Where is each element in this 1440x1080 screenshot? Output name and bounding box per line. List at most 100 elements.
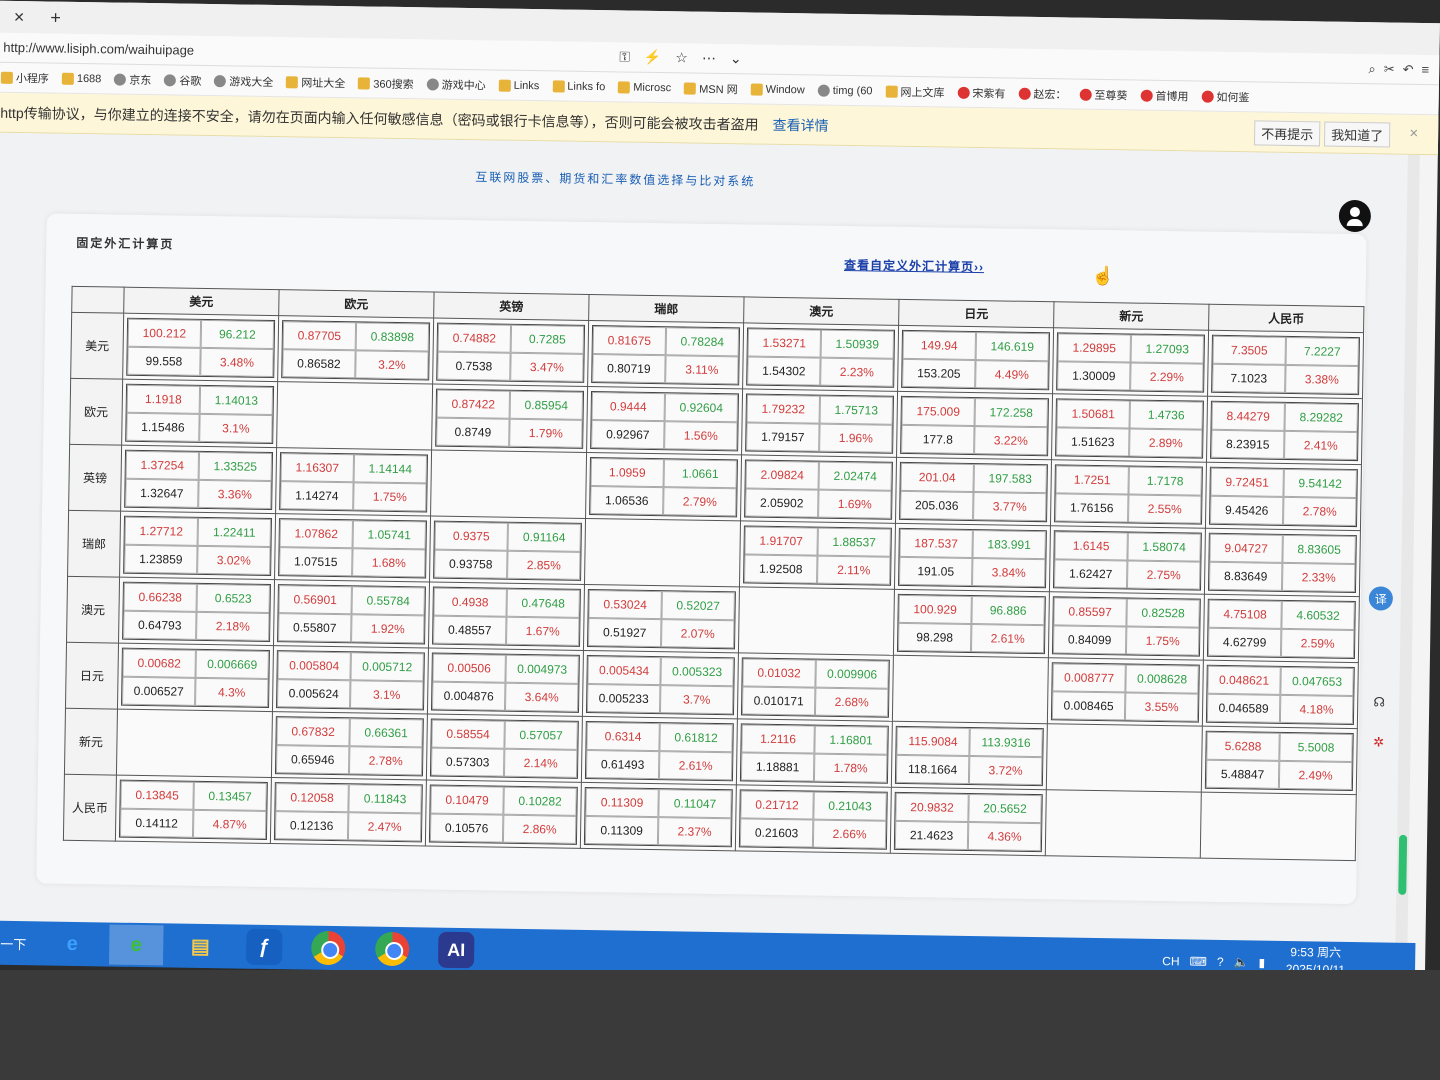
page-title: 固定外汇计算页 xyxy=(76,235,175,252)
bookmark-item[interactable]: 宋紫有 xyxy=(957,84,1006,101)
rate-cell: 175.009 172.258 177.8 3.22% xyxy=(896,391,1053,460)
help-icon[interactable]: ? xyxy=(1217,955,1224,969)
site-title[interactable]: 互联网股票、期货和汇率数值选择与比对系统 xyxy=(475,168,755,189)
undo-icon[interactable]: ↶ xyxy=(1403,61,1414,77)
avatar[interactable] xyxy=(1338,199,1372,233)
address-tool-icon[interactable]: ⋯ xyxy=(702,50,716,67)
rate-current: 1.18881 xyxy=(740,751,815,782)
rate-cell: 0.005434 0.005323 0.005233 3.7% xyxy=(582,650,739,719)
bookmark-item[interactable]: 谷歌 xyxy=(164,72,201,89)
rate-grid: 1.79232 1.75713 1.79157 1.96% xyxy=(745,392,895,454)
rate-current: 177.8 xyxy=(901,424,975,454)
rate-low: 1.7178 xyxy=(1128,465,1202,496)
bookmark-item[interactable]: 京东 xyxy=(114,71,151,88)
rate-change: 3.64% xyxy=(505,682,579,712)
rate-change: 3.1% xyxy=(199,413,273,443)
bookmark-item[interactable]: 游戏大全 xyxy=(214,73,273,90)
bookmark-item[interactable]: 如何鉴 xyxy=(1201,88,1250,105)
address-tool-icon[interactable]: ⌄ xyxy=(730,50,742,67)
address-tool-icon[interactable]: ⚡ xyxy=(644,49,662,66)
rate-change: 4.3% xyxy=(195,677,269,707)
ime-indicator[interactable]: CH xyxy=(1162,954,1180,968)
rate-low: 1.27093 xyxy=(1130,333,1204,364)
menu-icon[interactable]: ≡ xyxy=(1421,62,1429,78)
bookmark-item[interactable]: 网址大全 xyxy=(286,74,345,91)
bookmark-item[interactable]: 游戏中心 xyxy=(426,76,486,93)
row-header: 日元 xyxy=(65,642,119,710)
address-tool-icon[interactable]: ☆ xyxy=(675,49,688,66)
ie-green-icon[interactable]: e xyxy=(108,924,164,966)
google-icon xyxy=(164,73,177,86)
rate-low: 0.6523 xyxy=(196,583,270,613)
rate-grid: 9.72451 9.54142 9.45426 2.78% xyxy=(1209,466,1358,527)
bookmark-item[interactable]: 至尊葵 xyxy=(1079,86,1128,103)
rate-high: 1.79232 xyxy=(746,393,820,424)
bookmark-label: 网址大全 xyxy=(301,76,346,90)
bookmark-item[interactable]: 赵宏： xyxy=(1018,85,1067,102)
rate-high: 5.6288 xyxy=(1206,731,1280,761)
volume-icon[interactable]: 🔈 xyxy=(1233,955,1248,969)
rate-change: 2.78% xyxy=(1283,496,1357,526)
network-icon[interactable]: ▮ xyxy=(1258,956,1265,970)
rate-cell: 0.005804 0.005712 0.005624 3.1% xyxy=(272,645,429,714)
accessibility-icon[interactable]: ☊ xyxy=(1367,690,1391,714)
close-icon[interactable]: × xyxy=(1409,125,1418,142)
address-tool-icon[interactable]: ⚿ xyxy=(619,48,630,65)
rate-change: 1.56% xyxy=(664,420,738,450)
rate-low: 172.258 xyxy=(974,397,1048,427)
ai-icon[interactable]: AI xyxy=(429,930,484,971)
bookmark-item[interactable]: timg (60 xyxy=(817,84,873,97)
new-tab-button[interactable]: + xyxy=(50,7,61,28)
rate-high: 20.9832 xyxy=(895,792,969,822)
bookmark-item[interactable]: Links xyxy=(498,79,539,92)
rate-grid: 1.16307 1.14144 1.14274 1.75% xyxy=(279,451,429,512)
scrollbar-thumb[interactable] xyxy=(1398,834,1408,895)
rate-low: 113.9316 xyxy=(969,727,1043,757)
bookmark-item[interactable]: MSN 网 xyxy=(684,80,738,97)
keyboard-icon[interactable]: ⌨ xyxy=(1189,954,1207,968)
rate-change: 1.67% xyxy=(506,616,580,646)
tab-close-button[interactable]: × xyxy=(14,6,25,27)
bookmark-item[interactable]: 360搜索 xyxy=(358,75,414,92)
row-header: 美元 xyxy=(70,312,124,380)
search-icon[interactable]: ⌕ xyxy=(1368,61,1376,77)
rate-grid: 0.005434 0.005323 0.005233 3.7% xyxy=(585,654,735,715)
flash-icon[interactable]: ƒ xyxy=(237,927,292,968)
rate-change: 4.49% xyxy=(975,359,1049,389)
taskbar-search[interactable]: 索一下 xyxy=(0,933,35,953)
bookmark-item[interactable]: 小程序 xyxy=(0,69,49,86)
rate-cell xyxy=(276,381,433,451)
cut-icon[interactable]: ✂ xyxy=(1384,61,1395,77)
rate-high: 1.2116 xyxy=(741,723,815,754)
bookmark-item[interactable]: 首博用 xyxy=(1140,87,1189,104)
share-icon[interactable]: ✲ xyxy=(1366,730,1390,754)
rate-grid: 8.44279 8.29282 8.23915 2.41% xyxy=(1210,400,1359,461)
dont-remind-button[interactable]: 不再提示 xyxy=(1253,120,1321,147)
translate-button[interactable]: 译 xyxy=(1368,586,1394,611)
bookmark-item[interactable]: Microsc xyxy=(618,80,672,94)
warning-details-link[interactable]: 查看详情 xyxy=(772,114,828,135)
chrome-icon[interactable] xyxy=(365,929,420,970)
custom-fx-link[interactable]: 查看自定义外汇计算页›› xyxy=(844,256,984,275)
got-it-button[interactable]: 我知道了 xyxy=(1323,121,1391,148)
rate-cell: 1.7251 1.7178 1.76156 2.55% xyxy=(1050,459,1207,529)
rate-current: 0.006527 xyxy=(122,676,196,706)
bookmark-item[interactable]: Links fo xyxy=(552,79,605,93)
bookmark-item[interactable]: Window xyxy=(750,82,805,96)
bookmark-item[interactable]: 1688 xyxy=(61,72,101,85)
rate-cell: 20.9832 20.5652 21.4623 4.36% xyxy=(890,787,1047,856)
rate-change: 2.11% xyxy=(817,555,891,585)
rate-cell: 1.16307 1.14144 1.14274 1.75% xyxy=(275,447,432,517)
ie-icon[interactable]: e xyxy=(45,924,100,965)
url-text[interactable]: http://www.lisiph.com/waihuipage xyxy=(3,40,194,58)
chrome-icon[interactable] xyxy=(301,928,356,969)
bookmark-label: Microsc xyxy=(633,81,672,94)
folder-icon[interactable]: ▤ xyxy=(173,926,228,967)
rate-grid: 0.81675 0.78284 0.80719 3.11% xyxy=(591,324,741,385)
rate-low: 0.66361 xyxy=(349,717,423,747)
bookmark-item[interactable]: 网上文库 xyxy=(885,83,945,100)
rate-current: 21.4623 xyxy=(894,820,969,850)
rate-change: 2.85% xyxy=(507,550,581,580)
rate-low: 5.5008 xyxy=(1279,732,1353,762)
rate-change: 3.55% xyxy=(1124,691,1199,722)
